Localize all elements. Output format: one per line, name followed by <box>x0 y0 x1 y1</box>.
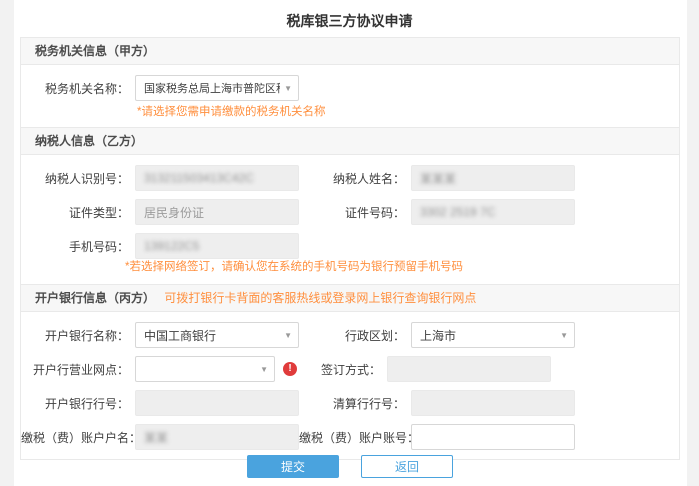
section-body-taxpayer: 纳税人识别号： 313211503413C42C 纳税人姓名： 某某某 证件类型… <box>21 155 679 284</box>
sign-method-label: 签订方式： <box>297 361 381 378</box>
section-body-bank: 开户银行名称： 中国工商银行 ▼ 行政区划： 上海市 ▼ 开户行营业网点： <box>21 312 679 459</box>
branch-select[interactable]: ▼ <box>135 356 275 382</box>
page-gutter-left <box>0 0 14 486</box>
taxpayer-row-1: 纳税人识别号： 313211503413C42C 纳税人姓名： 某某某 <box>21 161 679 195</box>
clearing-no-field <box>411 390 575 416</box>
bank-section-hint: 可拨打银行卡背面的客服热线或登录网上银行查询银行网点 <box>164 291 476 305</box>
clearing-no-label: 清算行行号： <box>299 395 405 412</box>
branch-label: 开户行营业网点： <box>21 361 129 378</box>
bank-name-value: 中国工商银行 <box>144 327 216 344</box>
error-icon: ! <box>283 362 297 376</box>
section-taxpayer: 纳税人信息（乙方） 纳税人识别号： 313211503413C42C 纳税人姓名… <box>20 127 680 285</box>
taxpayer-id-value: 313211503413C42C <box>144 171 254 185</box>
taxpayer-name-field: 某某某 <box>411 165 575 191</box>
region-select[interactable]: 上海市 ▼ <box>411 322 575 348</box>
phone-field: 139122C5 <box>135 233 299 259</box>
chevron-down-icon: ▼ <box>260 365 268 374</box>
submit-button[interactable]: 提交 <box>247 455 339 478</box>
taxpayer-name-value: 某某某 <box>420 170 456 187</box>
account-name-label: 缴税（费）账户户名： <box>21 429 129 446</box>
taxpayer-row-3: 手机号码： 139122C5 <box>21 229 679 263</box>
section-title-taxpayer: 纳税人信息（乙方） <box>35 134 143 148</box>
taxpayer-name-label: 纳税人姓名： <box>299 170 405 187</box>
form-panel: 税务机关信息（甲方） 税务机关名称： 国家税务总局上海市普陀区税务局 ▼ *请选… <box>20 38 680 460</box>
bank-name-label: 开户银行名称： <box>21 327 129 344</box>
sign-method-field <box>387 356 551 382</box>
account-name-value: 某某 <box>144 429 168 446</box>
cert-no-value: 3302 2519 7C <box>420 205 495 219</box>
bank-row-1: 开户银行名称： 中国工商银行 ▼ 行政区划： 上海市 ▼ <box>21 318 679 352</box>
cert-type-field: 居民身份证 <box>135 199 299 225</box>
cert-no-field: 3302 2519 7C <box>411 199 575 225</box>
section-header-tax-authority: 税务机关信息（甲方） <box>21 38 679 65</box>
bank-row-3: 开户银行行号： 清算行行号： <box>21 386 679 420</box>
page-gutter-right <box>687 0 699 486</box>
section-tax-authority: 税务机关信息（甲方） 税务机关名称： 国家税务总局上海市普陀区税务局 ▼ *请选… <box>20 37 680 128</box>
bank-no-label: 开户银行行号： <box>21 395 129 412</box>
bank-no-field <box>135 390 299 416</box>
cert-type-label: 证件类型： <box>21 204 129 221</box>
section-title-tax-authority: 税务机关信息（甲方） <box>35 44 155 58</box>
chevron-down-icon: ▼ <box>284 84 292 93</box>
tax-authority-value: 国家税务总局上海市普陀区税务局 <box>144 80 280 96</box>
cert-type-value: 居民身份证 <box>144 204 204 221</box>
page-title: 税库银三方协议申请 <box>0 0 699 31</box>
section-bank: 开户银行信息（丙方） 可拨打银行卡背面的客服热线或登录网上银行查询银行网点 开户… <box>20 284 680 460</box>
taxpayer-id-field: 313211503413C42C <box>135 165 299 191</box>
bank-row-2: 开户行营业网点： ▼ ! 签订方式： <box>21 352 679 386</box>
cert-no-label: 证件号码： <box>299 204 405 221</box>
chevron-down-icon: ▼ <box>560 331 568 340</box>
tax-authority-row: 税务机关名称： 国家税务总局上海市普陀区税务局 ▼ <box>21 71 679 105</box>
chevron-down-icon: ▼ <box>284 331 292 340</box>
tax-authority-hint: *请选择您需申请缴款的税务机关名称 <box>137 105 679 120</box>
back-button[interactable]: 返回 <box>361 455 453 478</box>
bank-row-4: 缴税（费）账户户名： 某某 缴税（费）账户账号： <box>21 420 679 454</box>
page: 税库银三方协议申请 税务机关信息（甲方） 税务机关名称： 国家税务总局上海市普陀… <box>0 0 699 486</box>
phone-label: 手机号码： <box>21 238 129 255</box>
phone-value: 139122C5 <box>144 239 199 253</box>
section-header-bank: 开户银行信息（丙方） 可拨打银行卡背面的客服热线或登录网上银行查询银行网点 <box>21 285 679 312</box>
tax-authority-label: 税务机关名称： <box>21 80 129 97</box>
region-label: 行政区划： <box>299 327 405 344</box>
bank-name-select[interactable]: 中国工商银行 ▼ <box>135 322 299 348</box>
account-no-input[interactable] <box>411 424 575 450</box>
button-row: 提交 返回 <box>20 455 680 478</box>
account-name-field: 某某 <box>135 424 299 450</box>
taxpayer-row-2: 证件类型： 居民身份证 证件号码： 3302 2519 7C <box>21 195 679 229</box>
tax-authority-select[interactable]: 国家税务总局上海市普陀区税务局 ▼ <box>135 75 299 101</box>
region-value: 上海市 <box>420 327 456 344</box>
section-body-tax-authority: 税务机关名称： 国家税务总局上海市普陀区税务局 ▼ *请选择您需申请缴款的税务机… <box>21 65 679 127</box>
taxpayer-id-label: 纳税人识别号： <box>21 170 129 187</box>
account-no-label: 缴税（费）账户账号： <box>299 429 405 446</box>
section-title-bank: 开户银行信息（丙方） <box>35 291 155 305</box>
taxpayer-hint: *若选择网络签订，请确认您在系统的手机号码为银行预留手机号码 <box>125 260 679 275</box>
section-header-taxpayer: 纳税人信息（乙方） <box>21 128 679 155</box>
